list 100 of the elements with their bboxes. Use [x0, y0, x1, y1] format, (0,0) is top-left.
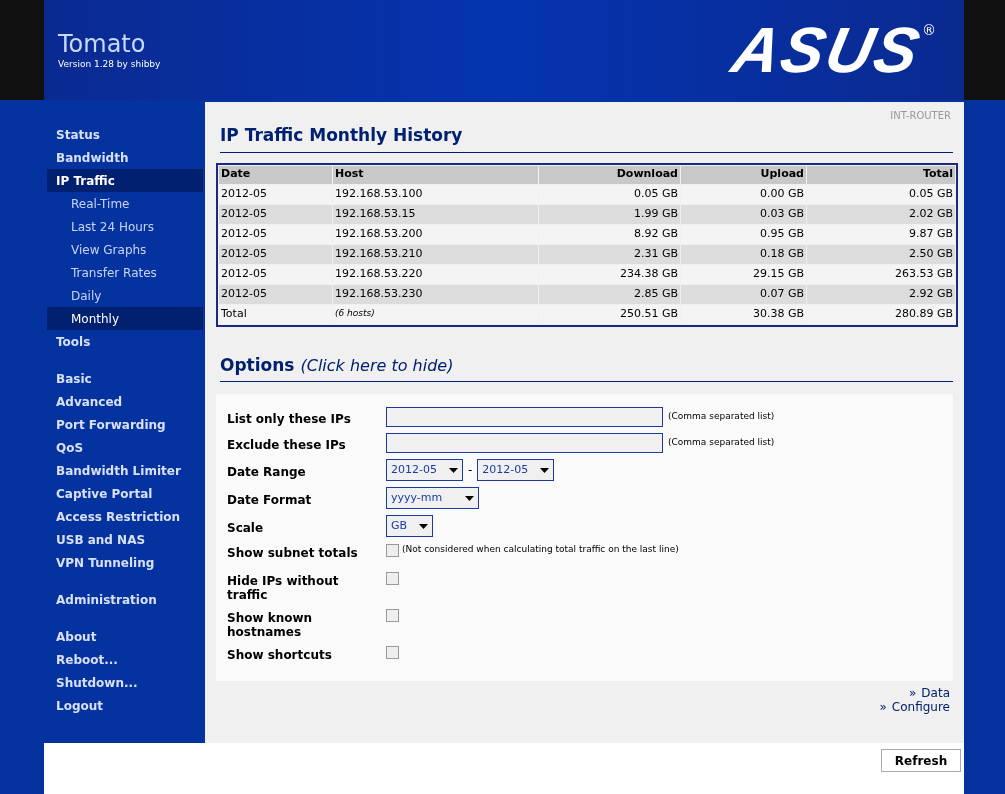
dropdown[interactable]: yyyy-mm	[386, 487, 479, 509]
table-cell: 2.50 GB	[807, 244, 955, 264]
router-name: INT-ROUTER	[890, 109, 951, 123]
sidebar-item[interactable]: Last 24 Hours	[47, 215, 203, 238]
sidebar-item[interactable]: Status	[47, 123, 203, 146]
total-cell: 250.51 GB	[539, 304, 680, 324]
link-marker: »	[879, 700, 887, 714]
option-label: List only these IPs	[227, 410, 352, 426]
table-cell: 0.07 GB	[681, 284, 806, 304]
table-cell: 2.92 GB	[807, 284, 955, 304]
sidebar-item[interactable]: VPN Tunneling	[47, 551, 203, 574]
table-cell: 0.03 GB	[681, 204, 806, 224]
option-label: Date Format	[227, 491, 313, 507]
sidebar-item[interactable]: Captive Portal	[47, 482, 203, 505]
column-header[interactable]: Date	[219, 165, 332, 184]
checkbox[interactable]	[386, 646, 399, 659]
range-separator: -	[468, 462, 473, 479]
sidebar-item[interactable]: Real-Time	[47, 192, 203, 215]
table-cell: 2012-05	[219, 184, 332, 204]
sidebar-item[interactable]: Monthly	[47, 307, 203, 330]
option-label: Show subnet totals	[227, 545, 359, 560]
checkbox[interactable]	[386, 572, 399, 585]
checkbox[interactable]	[386, 544, 399, 557]
input-field[interactable]	[386, 407, 663, 427]
table-cell: 234.38 GB	[539, 264, 680, 284]
sidebar-item[interactable]: Administration	[47, 588, 203, 611]
hint-text: (Not considered when calculating total traffic on the last line)	[402, 543, 679, 556]
hint-text: (Comma separated list)	[668, 436, 775, 450]
column-header[interactable]: Total	[807, 165, 955, 184]
table-cell: 29.15 GB	[681, 264, 806, 284]
option-label: Exclude these IPs	[227, 436, 347, 452]
sidebar-item[interactable]: Bandwidth Limiter	[47, 459, 203, 482]
table-cell: 1.99 GB	[539, 204, 680, 224]
sidebar-item[interactable]: Reboot...	[47, 648, 203, 671]
sidebar-item[interactable]: QoS	[47, 436, 203, 459]
caret-icon	[419, 523, 428, 529]
dropdown[interactable]: 2012-05	[386, 459, 463, 481]
table-cell: 2.31 GB	[539, 244, 680, 264]
table-cell: 2.02 GB	[807, 204, 955, 224]
option-label: Show known hostnames	[227, 610, 314, 639]
option-label: Date Range	[227, 463, 307, 479]
app-title: Tomato	[58, 30, 147, 59]
host-count: (6 hosts)	[333, 304, 538, 324]
table-cell: 192.168.53.220	[333, 264, 538, 284]
table-cell: 0.05 GB	[807, 184, 955, 204]
dropdown[interactable]: GB	[386, 515, 433, 537]
table-cell: 0.95 GB	[681, 224, 806, 244]
table-cell: 263.53 GB	[807, 264, 955, 284]
total-cell: Total	[219, 304, 332, 324]
table-cell: 192.168.53.230	[333, 284, 538, 304]
table-cell: 0.00 GB	[681, 184, 806, 204]
sidebar-item[interactable]: View Graphs	[47, 238, 203, 261]
sidebar-item[interactable]: Logout	[47, 694, 203, 717]
sidebar-item[interactable]: Port Forwarding	[47, 413, 203, 436]
table-cell: 192.168.53.15	[333, 204, 538, 224]
table-cell: 192.168.53.200	[333, 224, 538, 244]
table-cell: 2012-05	[219, 284, 332, 304]
sidebar-item[interactable]: Daily	[47, 284, 203, 307]
table-cell: 8.92 GB	[539, 224, 680, 244]
checkbox[interactable]	[386, 609, 399, 622]
table-cell: 9.87 GB	[807, 224, 955, 244]
caret-icon	[465, 495, 474, 501]
sidebar-item[interactable]: USB and NAS	[47, 528, 203, 551]
refresh-button[interactable]: Refresh	[881, 749, 961, 772]
option-label: Hide IPs without traffic	[227, 573, 340, 602]
table-cell: 192.168.53.210	[333, 244, 538, 264]
sidebar-item[interactable]: Advanced	[47, 390, 203, 413]
sidebar-item[interactable]: Access Restriction	[47, 505, 203, 528]
caret-icon	[449, 467, 458, 473]
column-header[interactable]: Upload	[681, 165, 806, 184]
link[interactable]: Configure	[891, 700, 950, 714]
sidebar-item[interactable]: Shutdown...	[47, 671, 203, 694]
sidebar-item[interactable]: IP Traffic	[47, 169, 203, 192]
sidebar-item[interactable]: Basic	[47, 367, 203, 390]
input-field[interactable]	[386, 433, 663, 453]
caret-icon	[540, 467, 550, 473]
column-header[interactable]: Host	[333, 165, 538, 184]
option-label: Show shortcuts	[227, 647, 333, 662]
table-cell: 2012-05	[219, 204, 332, 224]
link-marker: »	[909, 686, 917, 700]
version-text: Version 1.28 by shibby	[58, 58, 161, 72]
table-cell: 0.18 GB	[681, 244, 806, 264]
sidebar-item[interactable]: About	[47, 625, 203, 648]
sidebar-item[interactable]: Tools	[47, 330, 203, 353]
table-cell: 2.85 GB	[539, 284, 680, 304]
total-cell: 280.89 GB	[807, 304, 955, 324]
table-cell: 0.05 GB	[539, 184, 680, 204]
sidebar-item[interactable]: Transfer Rates	[47, 261, 203, 284]
hint-text: (Comma separated list)	[668, 410, 775, 424]
table-cell: 2012-05	[219, 264, 332, 284]
total-cell: 30.38 GB	[681, 304, 806, 324]
table-cell: 192.168.53.100	[333, 184, 538, 204]
table-cell: 2012-05	[219, 244, 332, 264]
page-title: IP Traffic Monthly History	[220, 125, 463, 145]
table-cell: 2012-05	[219, 224, 332, 244]
dropdown[interactable]: 2012-05	[477, 459, 555, 481]
link[interactable]: Data	[921, 686, 950, 700]
column-header[interactable]: Download	[539, 165, 680, 184]
sidebar-item[interactable]: Bandwidth	[47, 146, 203, 169]
hide-options-link[interactable]: (Click here to hide)	[300, 353, 454, 378]
